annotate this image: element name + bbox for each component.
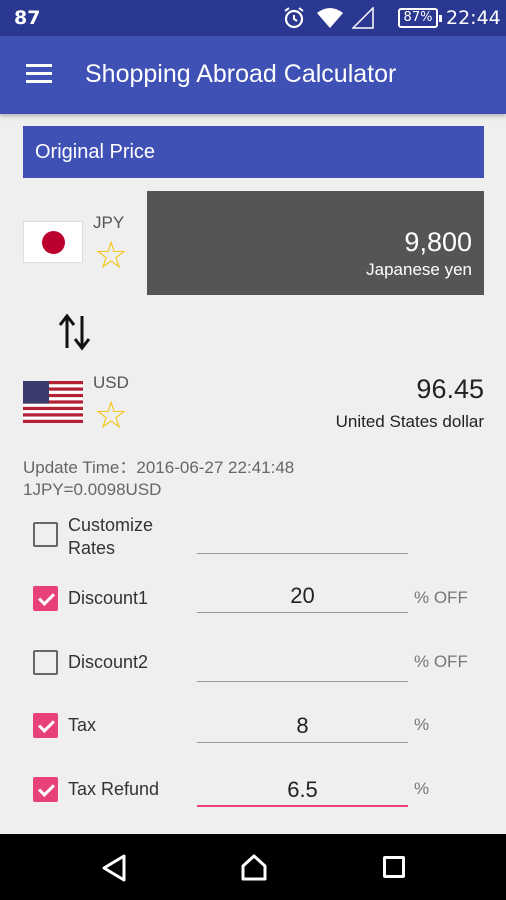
from-currency-code: JPY (93, 213, 125, 232)
tax-checkbox[interactable] (33, 713, 58, 738)
from-currency-name: Japanese yen (366, 260, 472, 279)
wifi-icon (317, 8, 343, 28)
battery-level: 87% (403, 10, 433, 25)
alarm-icon (284, 7, 304, 29)
japan-flag-icon[interactable] (23, 221, 83, 263)
original-amount: 9,800 (404, 227, 472, 257)
recent-apps-icon[interactable] (383, 856, 405, 878)
favorite-star-icon[interactable]: ☆ (94, 236, 128, 274)
original-price-input[interactable]: 9,800 Japanese yen (147, 191, 484, 295)
status-bar: 87 87% 22:44 (0, 0, 506, 36)
tax-label: Tax (68, 715, 97, 735)
to-currency-code: USD (93, 373, 129, 392)
favorite-star-icon[interactable]: ☆ (94, 396, 128, 434)
signal-icon (352, 7, 374, 29)
home-icon[interactable] (240, 853, 268, 881)
tax-refund-suffix: % (414, 779, 430, 798)
update-time: Update Time：2016-06-27 22:41:48 (23, 458, 295, 477)
swap-currencies-icon[interactable] (58, 312, 92, 352)
discount1-label: Discount1 (68, 588, 149, 608)
discount2-field[interactable] (197, 652, 408, 682)
discount1-suffix: % OFF (414, 588, 468, 607)
status-notification-count: 87 (14, 7, 41, 29)
discount2-label: Discount2 (68, 652, 149, 672)
section-header: Original Price (23, 126, 484, 178)
customize-rates-field[interactable] (197, 524, 408, 554)
discount2-suffix: % OFF (414, 652, 468, 671)
tax-suffix: % (414, 715, 430, 734)
customize-rates-label: Customize Rates (68, 515, 154, 558)
app-title: Shopping Abroad Calculator (85, 60, 397, 88)
converted-amount: 96.45 (416, 374, 484, 404)
battery-icon: 87% (398, 8, 442, 28)
tax-refund-checkbox[interactable] (33, 777, 58, 802)
app-bar: Shopping Abroad Calculator (0, 36, 506, 114)
to-currency-name: United States dollar (335, 412, 484, 431)
tax-refund-field[interactable]: 6.5 (197, 777, 408, 807)
discount1-field[interactable]: 20 (197, 583, 408, 613)
us-flag-icon[interactable] (23, 381, 83, 423)
back-icon[interactable] (101, 854, 127, 882)
customize-rates-checkbox[interactable] (33, 522, 58, 547)
discount1-checkbox[interactable] (33, 586, 58, 611)
tax-refund-label: Tax Refund (68, 779, 160, 799)
tax-field[interactable]: 8 (197, 713, 408, 743)
hamburger-menu-icon[interactable] (26, 64, 52, 84)
discount2-checkbox[interactable] (33, 650, 58, 675)
navigation-bar (0, 834, 506, 900)
exchange-rate: 1JPY=0.0098USD (23, 480, 162, 499)
status-time: 22:44 (446, 7, 501, 29)
